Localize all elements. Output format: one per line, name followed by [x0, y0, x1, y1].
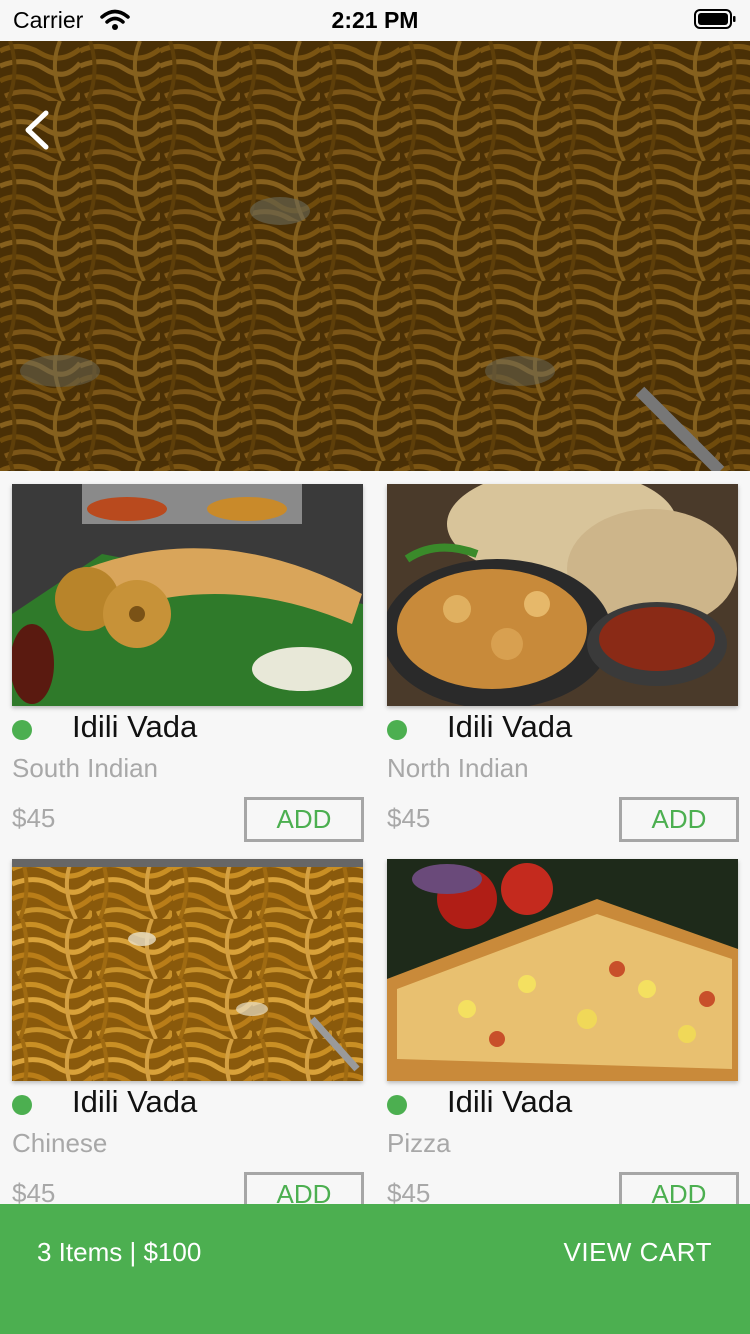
item-cuisine: South Indian [12, 753, 159, 783]
hero-image [0, 41, 750, 471]
cart-bar: 3 Items | $100 VIEW CART [0, 1204, 750, 1334]
item-cuisine: Chinese [12, 1128, 108, 1158]
veg-indicator-dot [12, 1095, 32, 1115]
pizza-photo [387, 859, 738, 1081]
veg-indicator-dot [12, 720, 32, 740]
veg-indicator-dot [387, 1095, 407, 1115]
add-button[interactable]: ADD [244, 797, 364, 842]
item-price: $45 [387, 1178, 431, 1204]
noodles-photo [12, 859, 363, 1081]
item-name: Idili Vada [447, 1084, 573, 1119]
item-name: Idili Vada [72, 709, 198, 744]
battery-icon [694, 9, 736, 29]
chevron-left-icon [18, 110, 58, 161]
add-button[interactable]: ADD [619, 797, 739, 842]
status-bar: Carrier 2:21 PM [0, 0, 750, 41]
view-cart-button[interactable]: VIEW CART [564, 1237, 712, 1268]
item-price: $45 [12, 803, 56, 833]
back-button[interactable] [18, 103, 58, 157]
add-button[interactable]: ADD [619, 1172, 739, 1204]
cart-summary: 3 Items | $100 [37, 1237, 202, 1267]
item-price: $45 [387, 803, 431, 833]
item-price: $45 [12, 1178, 56, 1204]
status-time: 2:21 PM [331, 7, 419, 33]
roti-curry-photo [387, 484, 738, 706]
veg-indicator-dot [387, 720, 407, 740]
item-name: Idili Vada [447, 709, 573, 744]
item-name: Idili Vada [72, 1084, 198, 1119]
item-cuisine: Pizza [387, 1128, 451, 1158]
item-cuisine: North Indian [387, 753, 529, 783]
dosa-vada-photo [12, 484, 363, 706]
menu-grid: Idili Vada South Indian $45 ADD Idili Va… [0, 471, 750, 1204]
add-button[interactable]: ADD [244, 1172, 364, 1204]
